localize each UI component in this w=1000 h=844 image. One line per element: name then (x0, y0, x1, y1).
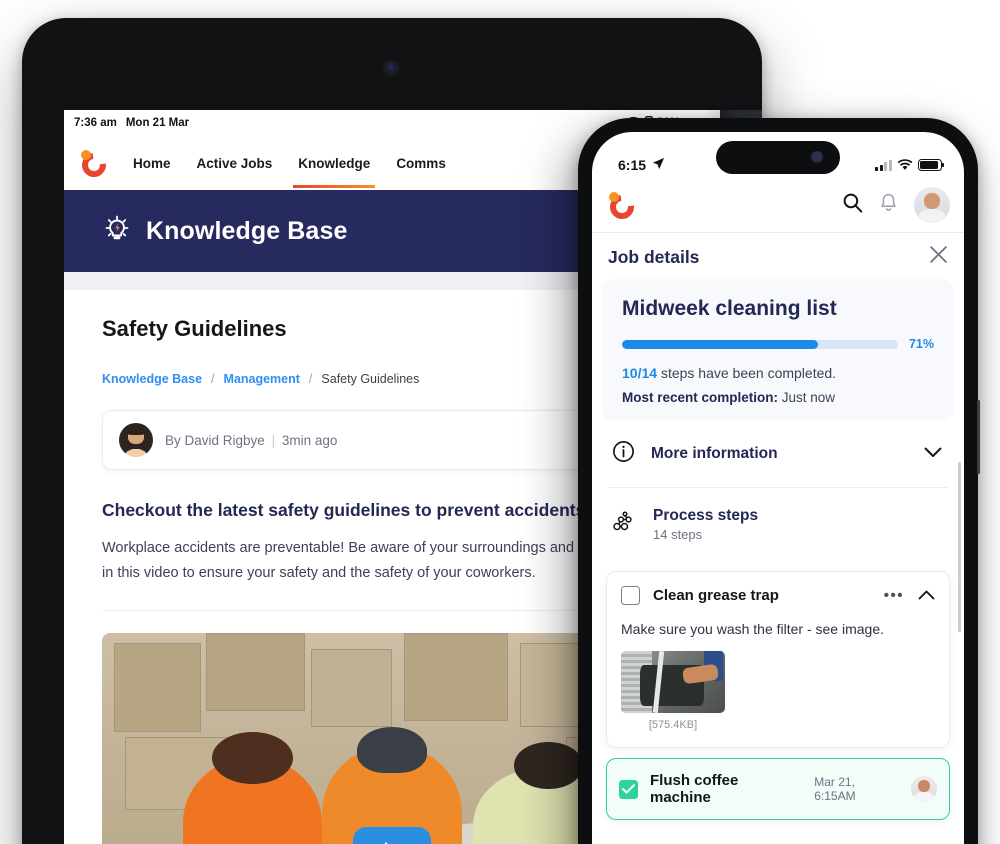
process-steps-count: 14 steps (653, 527, 703, 542)
app-logo[interactable] (77, 148, 111, 182)
breadcrumb-separator: / (211, 372, 215, 386)
byline-author: By David Rigbye (165, 432, 265, 448)
more-options-icon[interactable]: ••• (884, 588, 904, 603)
sheet-title: Job details (608, 246, 700, 267)
phone-status-bar: 6:15 (592, 132, 964, 178)
play-button-icon[interactable] (353, 826, 431, 844)
job-progress: 71% (622, 337, 934, 351)
cellular-signal-icon (875, 159, 892, 171)
job-name: Midweek cleaning list (622, 297, 837, 320)
most-recent-value: Just now (781, 390, 836, 405)
step-checkbox[interactable] (621, 586, 640, 605)
info-circle-icon (612, 440, 635, 468)
more-information-label: More information (651, 445, 778, 462)
phone-side-button[interactable] (977, 400, 980, 474)
process-steps-label: Process steps (653, 507, 759, 524)
step-title: Clean grease trap (653, 587, 779, 604)
phone-top-nav (592, 178, 964, 232)
phone-status-time: 6:15 (618, 157, 647, 173)
nav-item-home[interactable]: Home (132, 139, 172, 188)
step-header: Clean grease trap ••• (621, 586, 935, 605)
attachment-size-caption: [575.4KB] (648, 719, 698, 731)
breadcrumb-item-knowledge-base[interactable]: Knowledge Base (102, 372, 202, 386)
byline-text: By David Rigbye | 3min ago (165, 433, 337, 448)
process-steps-text: Process steps 14 steps (653, 507, 758, 542)
step-description: Make sure you wash the filter - see imag… (621, 621, 885, 637)
step-header: Flush coffee machine Mar 21, 6:15AM (619, 772, 937, 806)
screenshot-stage: 7:36 am Mon 21 Mar 80% (0, 0, 1000, 844)
progress-track (622, 339, 898, 349)
chevron-down-icon[interactable] (924, 445, 942, 463)
tablet-status-date: Mon 21 Mar (125, 117, 190, 129)
job-summary-card: Midweek cleaning list 71% 10/14 steps ha… (602, 279, 954, 421)
breadcrumb-item-management[interactable]: Management (224, 372, 300, 386)
process-nodes-icon (612, 510, 637, 539)
grease-trap-photo[interactable] (621, 651, 725, 713)
page-title: Knowledge Base (146, 216, 348, 245)
author-avatar (119, 423, 153, 457)
close-x-icon[interactable] (929, 245, 948, 269)
phone-screen: 6:15 Job details Midweek cleaning list 7… (592, 132, 964, 844)
progress-percent-label: 71% (908, 337, 934, 351)
breadcrumb-separator: / (308, 372, 313, 386)
assignee-avatar[interactable] (911, 776, 937, 802)
step-completed-time: Mar 21, 6:15AM (814, 775, 856, 803)
job-details-sheet-header: Job details (592, 233, 964, 279)
process-steps-row[interactable]: Process steps 14 steps (602, 488, 954, 561)
more-information-row[interactable]: More information (602, 421, 954, 487)
nav-item-active-jobs[interactable]: Active Jobs (196, 139, 274, 188)
step-card-flush-coffee-machine[interactable]: Flush coffee machine Mar 21, 6:15AM (606, 758, 950, 820)
lightbulb-idea-icon (102, 214, 132, 249)
breadcrumb-item-current: Safety Guidelines (321, 372, 420, 386)
steps-completed-text: steps have been completed. (660, 365, 837, 381)
most-recent-completion: Most recent completion: Just now (622, 390, 934, 405)
chevron-up-icon[interactable] (918, 587, 935, 605)
step-checkbox[interactable] (619, 779, 638, 799)
app-logo[interactable] (605, 190, 639, 224)
battery-icon (918, 159, 945, 171)
job-details-body: Midweek cleaning list 71% 10/14 steps ha… (592, 279, 964, 820)
byline-separator: | (271, 432, 276, 448)
steps-completed-line: 10/14 steps have been completed. (622, 365, 934, 381)
user-avatar[interactable] (914, 187, 950, 223)
phone-device: 6:15 Job details Midweek cleaning list 7… (578, 118, 980, 844)
steps-completed-count: 10/14 (622, 365, 658, 381)
byline-time: 3min ago (281, 432, 338, 448)
most-recent-label: Most recent completion: (622, 390, 779, 405)
tablet-front-camera-icon (385, 62, 397, 74)
tablet-status-time: 7:36 am (74, 117, 117, 129)
tablet-nav-links: Home Active Jobs Knowledge Comms (132, 139, 447, 188)
nav-item-comms[interactable]: Comms (395, 139, 447, 188)
step-attachment[interactable]: [575.4KB] (621, 651, 725, 731)
wifi-icon (897, 157, 913, 173)
progress-fill (622, 339, 818, 349)
notification-bell-icon[interactable] (879, 193, 898, 218)
nav-item-knowledge[interactable]: Knowledge (293, 139, 376, 188)
scrollbar[interactable] (958, 462, 961, 632)
search-icon[interactable] (842, 192, 863, 218)
step-card-clean-grease-trap[interactable]: Clean grease trap ••• Make sure you wash… (606, 571, 950, 748)
location-arrow-icon (652, 157, 665, 173)
step-title: Flush coffee machine (650, 772, 739, 806)
